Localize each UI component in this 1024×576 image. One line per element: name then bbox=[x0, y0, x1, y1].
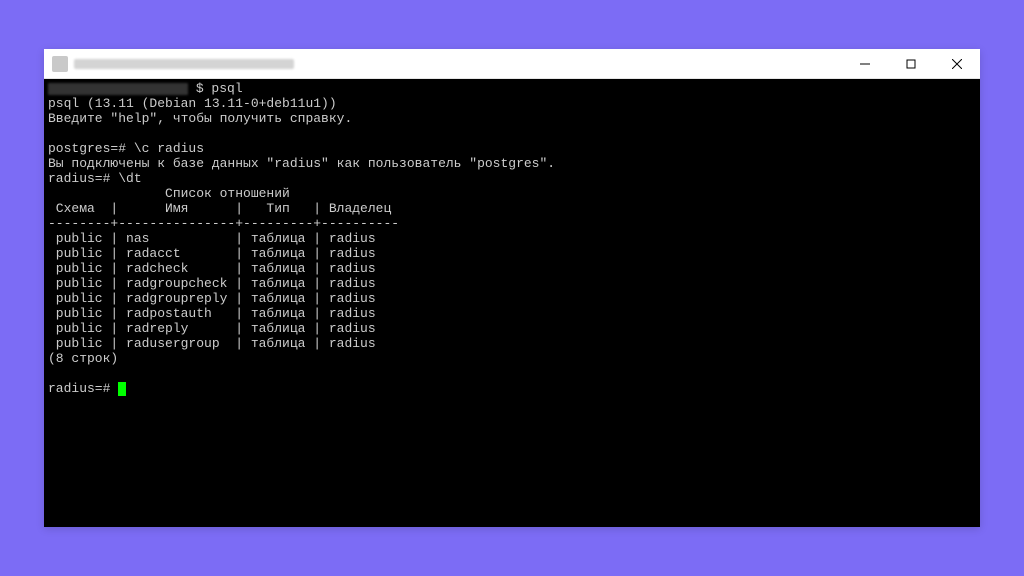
connect-cmd: postgres=# \c radius bbox=[48, 141, 204, 156]
window-title-blurred bbox=[74, 59, 294, 69]
table-row: public | radcheck | таблица | radius bbox=[48, 261, 376, 276]
table-title: Список отношений bbox=[48, 186, 290, 201]
close-button[interactable] bbox=[934, 49, 980, 79]
help-hint: Введите "help", чтобы получить справку. bbox=[48, 111, 352, 126]
connected-msg: Вы подключены к базе данных "radius" как… bbox=[48, 156, 555, 171]
cursor bbox=[118, 382, 126, 396]
table-sep: --------+---------------+---------+-----… bbox=[48, 216, 399, 231]
maximize-icon bbox=[906, 59, 916, 69]
table-row: public | radreply | таблица | radius bbox=[48, 321, 376, 336]
table-row: public | nas | таблица | radius bbox=[48, 231, 376, 246]
final-prompt: radius=# bbox=[48, 381, 118, 396]
row-count: (8 строк) bbox=[48, 351, 118, 366]
minimize-icon bbox=[860, 59, 870, 69]
titlebar[interactable] bbox=[44, 49, 980, 79]
maximize-button[interactable] bbox=[888, 49, 934, 79]
window-frame: $ psql psql (13.11 (Debian 13.11-0+deb11… bbox=[44, 49, 980, 527]
terminal[interactable]: $ psql psql (13.11 (Debian 13.11-0+deb11… bbox=[44, 79, 980, 527]
app-icon bbox=[52, 56, 68, 72]
minimize-button[interactable] bbox=[842, 49, 888, 79]
window-controls bbox=[842, 49, 980, 78]
table-row: public | radgroupcheck | таблица | radiu… bbox=[48, 276, 376, 291]
dt-cmd: radius=# \dt bbox=[48, 171, 142, 186]
hostname-blurred bbox=[48, 83, 188, 95]
table-row: public | radacct | таблица | radius bbox=[48, 246, 376, 261]
psql-version: psql (13.11 (Debian 13.11-0+deb11u1)) bbox=[48, 96, 337, 111]
table-row: public | radusergroup | таблица | radius bbox=[48, 336, 376, 351]
close-icon bbox=[952, 59, 962, 69]
table-row: public | radgroupreply | таблица | radiu… bbox=[48, 291, 376, 306]
cmd-psql: $ psql bbox=[196, 81, 243, 96]
table-header: Схема | Имя | Тип | Владелец bbox=[48, 201, 391, 216]
table-row: public | radpostauth | таблица | radius bbox=[48, 306, 376, 321]
titlebar-left bbox=[44, 56, 294, 72]
